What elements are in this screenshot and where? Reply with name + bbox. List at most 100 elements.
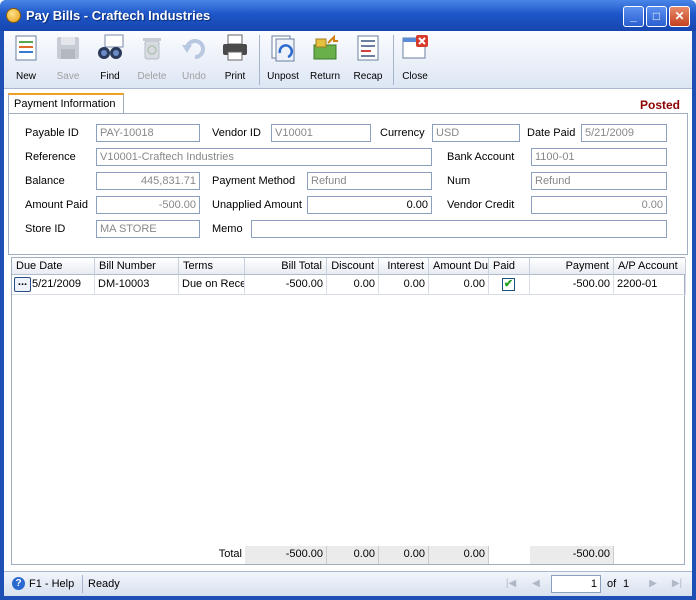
new-document-icon: [15, 35, 37, 61]
status-separator: [82, 575, 83, 593]
store-id-field[interactable]: MA STORE: [96, 220, 200, 238]
column-header-due-date[interactable]: Due Date: [12, 258, 95, 275]
reference-label: Reference: [25, 151, 76, 163]
recycle-bin-icon: [143, 38, 161, 60]
column-header-paid[interactable]: Paid: [489, 258, 530, 275]
unpost-icon: [271, 35, 295, 62]
row-lookup-button[interactable]: ...: [14, 277, 31, 292]
column-header-discount[interactable]: Discount: [327, 258, 379, 275]
bank-account-field[interactable]: 1100-01: [531, 148, 667, 166]
status-text: Ready: [88, 578, 120, 590]
terms-cell[interactable]: Due on Rece: [179, 275, 245, 295]
close-window-button[interactable]: ✕: [669, 6, 690, 27]
amount-paid-field[interactable]: -500.00: [96, 196, 200, 214]
currency-label: Currency: [380, 127, 425, 139]
bill-total-cell[interactable]: -500.00: [245, 275, 327, 295]
save-button[interactable]: Save: [48, 33, 88, 87]
toolbar-separator: [393, 35, 394, 85]
total-label: Total: [12, 546, 245, 564]
maximize-button[interactable]: □: [646, 6, 667, 27]
recap-button[interactable]: Recap: [348, 33, 388, 87]
payment-method-field[interactable]: Refund: [307, 172, 432, 190]
balance-label: Balance: [25, 175, 65, 187]
return-money-icon: [313, 34, 338, 60]
total-discount: 0.00: [327, 546, 379, 564]
column-header-amount-due[interactable]: Amount Due: [429, 258, 489, 275]
currency-field[interactable]: USD: [432, 124, 520, 142]
page-of-label: of: [607, 578, 617, 590]
due-date-cell[interactable]: ... 5/21/2009: [12, 275, 95, 295]
paid-checkbox[interactable]: ✔: [502, 278, 515, 291]
column-header-payment[interactable]: Payment: [530, 258, 614, 275]
memo-label: Memo: [212, 223, 243, 235]
unpost-button[interactable]: Unpost: [263, 33, 303, 87]
reference-field[interactable]: V10001-Craftech Industries: [96, 148, 432, 166]
first-page-icon[interactable]: |◀: [504, 577, 518, 591]
last-page-icon[interactable]: ▶|: [670, 577, 684, 591]
tab-payment-information[interactable]: Payment Information: [8, 93, 124, 113]
close-button[interactable]: Close: [395, 33, 435, 87]
amount-paid-label: Amount Paid: [25, 199, 88, 211]
total-interest: 0.00: [379, 546, 429, 564]
payable-id-field[interactable]: PAY-10018: [96, 124, 200, 142]
total-bill-total: -500.00: [245, 546, 327, 564]
close-form-icon: [402, 35, 428, 59]
column-header-interest[interactable]: Interest: [379, 258, 429, 275]
recap-report-icon: [357, 35, 379, 61]
bill-number-cell[interactable]: DM-10003: [95, 275, 179, 295]
vendor-credit-label: Vendor Credit: [447, 199, 515, 211]
payment-method-label: Payment Method: [212, 175, 296, 187]
floppy-disk-icon: [57, 37, 79, 59]
column-header-bill-number[interactable]: Bill Number: [95, 258, 179, 275]
page-number-input[interactable]: 1: [551, 575, 601, 593]
store-id-label: Store ID: [25, 223, 66, 235]
amount-due-cell[interactable]: 0.00: [429, 275, 489, 295]
total-paid-spacer: [489, 546, 530, 564]
column-header-ap-account[interactable]: A/P Account: [614, 258, 686, 275]
app-icon: [6, 8, 21, 23]
num-field[interactable]: Refund: [531, 172, 667, 190]
total-payment: -500.00: [530, 546, 614, 564]
find-button[interactable]: Find: [90, 33, 130, 87]
window-client: New Save Find Delete Undo Print Unpost R…: [4, 31, 692, 596]
delete-button[interactable]: Delete: [132, 33, 172, 87]
next-page-icon[interactable]: ▶: [646, 577, 660, 591]
bills-grid: Due Date Bill Number Terms Bill Total Di…: [11, 257, 686, 565]
unapplied-amount-field[interactable]: 0.00: [307, 196, 432, 214]
bank-account-label: Bank Account: [447, 151, 515, 163]
minimize-button[interactable]: _: [623, 6, 644, 27]
vendor-id-label: Vendor ID: [212, 127, 261, 139]
column-header-terms[interactable]: Terms: [179, 258, 245, 275]
paid-cell[interactable]: ✔: [489, 275, 530, 295]
vendor-id-field[interactable]: V10001: [271, 124, 371, 142]
status-badge: Posted: [639, 98, 680, 112]
title-bar[interactable]: Pay Bills - Craftech Industries _ □ ✕: [0, 0, 696, 31]
undo-button[interactable]: Undo: [174, 33, 214, 87]
column-header-bill-total[interactable]: Bill Total: [245, 258, 327, 275]
status-bar: ? F1 - Help Ready |◀ ◀ 1 of 1 ▶ ▶|: [4, 571, 692, 596]
balance-field[interactable]: 445,831.71: [96, 172, 200, 190]
unapplied-amount-label: Unapplied Amount: [212, 199, 302, 211]
help-icon[interactable]: ?: [12, 577, 25, 590]
discount-cell[interactable]: 0.00: [327, 275, 379, 295]
payment-information-panel: Payable ID PAY-10018 Vendor ID V10001 Cu…: [8, 113, 688, 255]
page-count: 1: [623, 578, 630, 590]
new-button[interactable]: New: [6, 33, 46, 87]
toolbar: New Save Find Delete Undo Print Unpost R…: [4, 31, 692, 89]
ap-account-cell[interactable]: 2200-01: [614, 275, 686, 295]
date-paid-field[interactable]: 5/21/2009: [581, 124, 667, 142]
payment-cell[interactable]: -500.00: [530, 275, 614, 295]
pay-bills-window: Pay Bills - Craftech Industries _ □ ✕ Ne…: [0, 0, 696, 600]
print-button[interactable]: Print: [215, 33, 255, 87]
interest-cell[interactable]: 0.00: [379, 275, 429, 295]
return-button[interactable]: Return: [305, 33, 345, 87]
toolbar-separator: [259, 35, 260, 85]
num-label: Num: [447, 175, 471, 187]
window-title: Pay Bills - Craftech Industries: [26, 8, 211, 23]
vendor-credit-field[interactable]: 0.00: [531, 196, 667, 214]
help-text[interactable]: F1 - Help: [29, 578, 74, 590]
memo-field[interactable]: [251, 220, 667, 238]
printer-icon: [223, 34, 247, 61]
total-amount-due: 0.00: [429, 546, 489, 564]
previous-page-icon[interactable]: ◀: [529, 577, 543, 591]
